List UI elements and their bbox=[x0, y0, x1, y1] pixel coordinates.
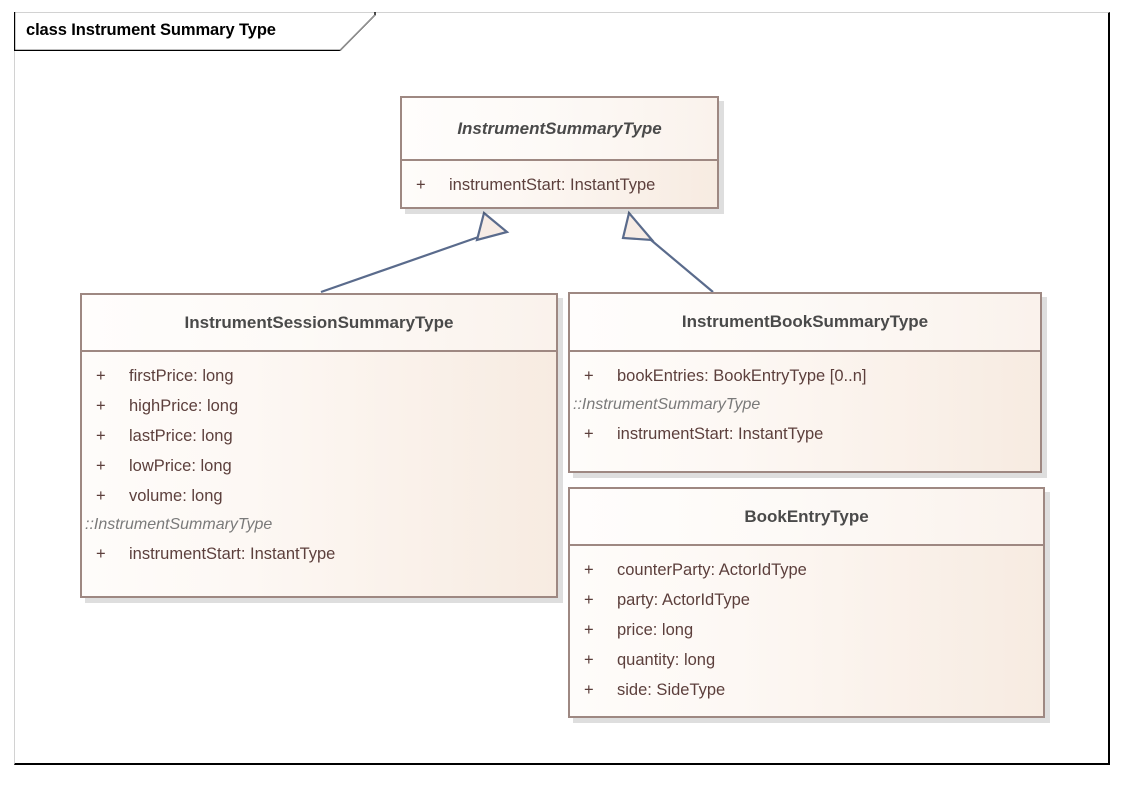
attribute-row: + highPrice: long bbox=[82, 391, 556, 421]
attribute-visibility: + bbox=[584, 651, 594, 669]
attribute-signature: lastPrice: long bbox=[129, 427, 233, 445]
frame-title-label: class Instrument Summary Type bbox=[26, 21, 276, 39]
attribute-visibility: + bbox=[416, 176, 426, 194]
attribute-row: + lowPrice: long bbox=[82, 451, 556, 481]
attribute-row: + quantity: long bbox=[570, 645, 1043, 675]
attribute-visibility: + bbox=[96, 427, 106, 445]
class-name-book-entry-type: BookEntryType bbox=[570, 489, 1043, 546]
inherited-section-label: ::InstrumentSummaryType bbox=[85, 516, 273, 533]
attribute-signature: highPrice: long bbox=[129, 397, 239, 415]
attribute-signature: firstPrice: long bbox=[129, 367, 234, 385]
frame-title-tab: class Instrument Summary Type bbox=[14, 12, 376, 51]
attribute-visibility: + bbox=[584, 621, 594, 639]
inherited-attribute-row: + instrumentStart: InstantType bbox=[82, 539, 556, 569]
attribute-visibility: + bbox=[96, 367, 106, 385]
attribute-visibility: + bbox=[96, 397, 106, 415]
attribute-signature: bookEntries: BookEntryType [0..n] bbox=[617, 367, 867, 385]
attribute-row: + firstPrice: long bbox=[82, 361, 556, 391]
class-attributes-book-entry-type: + counterParty: ActorIdType + party: Act… bbox=[570, 546, 1043, 715]
attribute-visibility: + bbox=[584, 367, 594, 385]
attribute-row: + party: ActorIdType bbox=[570, 585, 1043, 615]
attribute-row: + price: long bbox=[570, 615, 1043, 645]
attribute-signature: side: SideType bbox=[617, 681, 726, 699]
attribute-signature: party: ActorIdType bbox=[617, 591, 750, 609]
attribute-visibility: + bbox=[584, 561, 594, 579]
class-box-book-entry-type[interactable]: BookEntryType + counterParty: ActorIdTyp… bbox=[568, 487, 1045, 718]
attribute-visibility: + bbox=[96, 487, 106, 505]
inherited-section-label: ::InstrumentSummaryType bbox=[573, 396, 761, 413]
attribute-row: + side: SideType bbox=[570, 675, 1043, 705]
class-box-instrument-session-summary-type[interactable]: InstrumentSessionSummaryType + firstPric… bbox=[80, 293, 558, 598]
attribute-signature: instrumentStart: InstantType bbox=[129, 545, 336, 563]
attribute-row: + lastPrice: long bbox=[82, 421, 556, 451]
attribute-signature: counterParty: ActorIdType bbox=[617, 561, 807, 579]
inherited-attribute-row: + instrumentStart: InstantType bbox=[570, 419, 1040, 449]
attribute-visibility: + bbox=[584, 591, 594, 609]
class-name-instrument-session-summary-type: InstrumentSessionSummaryType bbox=[82, 295, 556, 352]
class-attributes-instrument-session-summary-type: + firstPrice: long + highPrice: long + l… bbox=[82, 352, 556, 579]
class-name-instrument-summary-type: InstrumentSummaryType bbox=[402, 98, 717, 161]
attribute-signature: quantity: long bbox=[617, 651, 716, 669]
attribute-signature: instrumentStart: InstantType bbox=[449, 176, 656, 194]
attribute-signature: instrumentStart: InstantType bbox=[617, 425, 824, 443]
attribute-row: + instrumentStart: InstantType bbox=[402, 170, 717, 200]
attribute-signature: volume: long bbox=[129, 487, 223, 505]
class-box-instrument-summary-type[interactable]: InstrumentSummaryType + instrumentStart:… bbox=[400, 96, 719, 209]
class-attributes-instrument-book-summary-type: + bookEntries: BookEntryType [0..n] ::In… bbox=[570, 352, 1040, 459]
attribute-visibility: + bbox=[96, 545, 106, 563]
attribute-signature: price: long bbox=[617, 621, 694, 639]
attribute-row: + volume: long bbox=[82, 481, 556, 511]
attribute-row: + bookEntries: BookEntryType [0..n] bbox=[570, 361, 1040, 391]
attribute-visibility: + bbox=[584, 681, 594, 699]
attribute-row: + counterParty: ActorIdType bbox=[570, 555, 1043, 585]
attribute-signature: lowPrice: long bbox=[129, 457, 232, 475]
attribute-visibility: + bbox=[96, 457, 106, 475]
class-name-instrument-book-summary-type: InstrumentBookSummaryType bbox=[570, 294, 1040, 352]
attribute-visibility: + bbox=[584, 425, 594, 443]
class-box-instrument-book-summary-type[interactable]: InstrumentBookSummaryType + bookEntries:… bbox=[568, 292, 1042, 473]
class-attributes-instrument-summary-type: + instrumentStart: InstantType bbox=[402, 161, 717, 210]
